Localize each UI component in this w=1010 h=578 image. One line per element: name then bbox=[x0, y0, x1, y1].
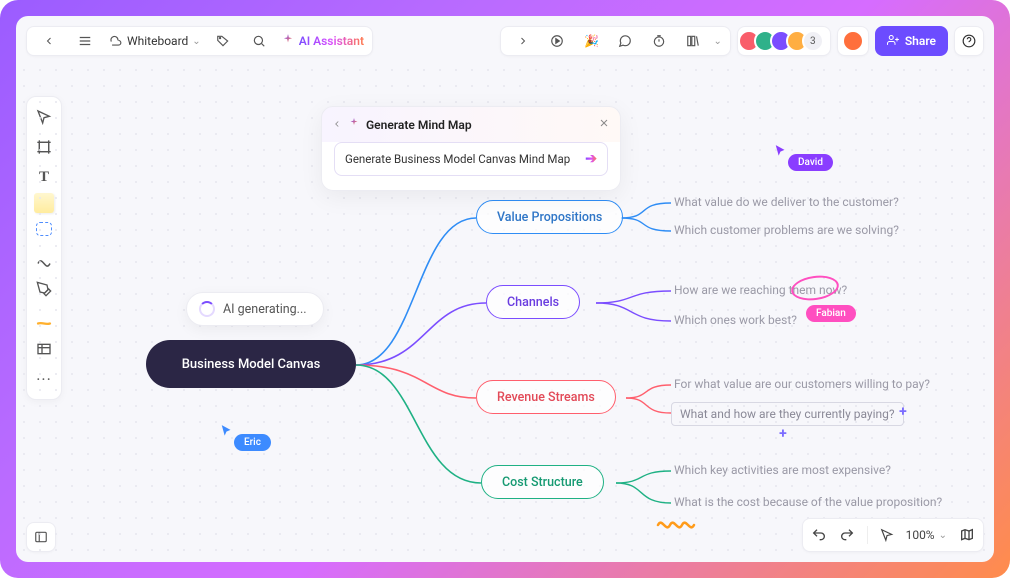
ai-assistant-label: AI Assistant bbox=[299, 34, 364, 48]
annotation-circle bbox=[790, 273, 841, 303]
ai-prompt-input[interactable]: Generate Business Model Canvas Mind Map … bbox=[334, 142, 608, 176]
mindmap-leaf[interactable]: What value do we deliver to the customer… bbox=[674, 195, 899, 209]
ai-prompt-text: Generate Business Model Canvas Mind Map bbox=[345, 152, 570, 166]
pointer-mode-button[interactable] bbox=[880, 528, 894, 542]
mindmap-leaf[interactable]: Which ones work best? bbox=[674, 313, 797, 327]
mindmap-branch-value-propositions[interactable]: Value Propositions bbox=[476, 200, 623, 234]
branch-label: Cost Structure bbox=[502, 475, 583, 490]
help-button[interactable] bbox=[954, 26, 984, 56]
search-button[interactable] bbox=[245, 27, 273, 55]
chevron-down-icon[interactable]: ⌄ bbox=[713, 36, 721, 47]
mindmap-branch-revenue-streams[interactable]: Revenue Streams bbox=[476, 380, 616, 414]
canvas[interactable]: AI generating... Business Model Canvas V… bbox=[16, 62, 994, 562]
chevron-right-icon[interactable] bbox=[509, 27, 537, 55]
top-toolbar: Whiteboard ⌄ AI Assistant bbox=[26, 26, 984, 56]
zoom-level-dropdown[interactable]: 100% ⌄ bbox=[906, 528, 947, 542]
ai-sparkle-icon bbox=[281, 33, 295, 50]
celebrate-button[interactable]: 🎉 bbox=[577, 27, 605, 55]
undo-button[interactable] bbox=[811, 527, 827, 543]
branch-label: Channels bbox=[507, 295, 559, 310]
ai-submit-icon[interactable]: ➔ bbox=[585, 151, 597, 167]
cursor-label-david: David bbox=[788, 154, 833, 171]
ai-assistant-button[interactable]: AI Assistant bbox=[281, 33, 364, 50]
add-sibling-button[interactable]: + bbox=[896, 405, 910, 419]
minimap-button[interactable] bbox=[959, 527, 975, 543]
back-button[interactable] bbox=[35, 27, 63, 55]
ai-panel-title: Generate Mind Map bbox=[366, 118, 472, 132]
zoom-bar: 100% ⌄ bbox=[802, 518, 984, 552]
add-child-button[interactable]: + bbox=[776, 427, 790, 441]
cursor-eric bbox=[220, 424, 234, 438]
play-button[interactable] bbox=[543, 27, 571, 55]
board-type-label: Whiteboard bbox=[127, 34, 188, 48]
mindmap-leaf[interactable]: What is the cost because of the value pr… bbox=[674, 495, 942, 509]
timer-button[interactable] bbox=[645, 27, 673, 55]
collaborators[interactable]: 3 bbox=[737, 26, 831, 56]
chevron-down-icon: ⌄ bbox=[192, 36, 200, 47]
ai-panel: Generate Mind Map Generate Business Mode… bbox=[321, 106, 621, 191]
app: Whiteboard ⌄ AI Assistant bbox=[16, 16, 994, 562]
share-label: Share bbox=[905, 34, 936, 48]
board-type-dropdown[interactable]: Whiteboard ⌄ bbox=[127, 34, 201, 48]
tag-button[interactable] bbox=[209, 27, 237, 55]
mindmap-leaf[interactable]: Which customer problems are we solving? bbox=[674, 223, 899, 237]
share-button[interactable]: Share bbox=[875, 26, 948, 56]
divider bbox=[867, 526, 868, 544]
spinner-icon bbox=[199, 301, 215, 317]
menu-button[interactable] bbox=[71, 27, 99, 55]
zoom-level: 100% bbox=[906, 528, 935, 542]
ai-panel-close[interactable] bbox=[598, 117, 610, 132]
cursor-david bbox=[774, 144, 788, 158]
ai-generating-status: AI generating... bbox=[186, 292, 324, 326]
avatar-overflow: 3 bbox=[802, 30, 824, 52]
branch-label: Value Propositions bbox=[497, 210, 602, 225]
cursor-label-eric: Eric bbox=[234, 434, 271, 451]
mindmap-leaf[interactable]: Which key activities are most expensive? bbox=[674, 463, 891, 477]
share-icon bbox=[887, 34, 899, 49]
ai-generating-label: AI generating... bbox=[223, 302, 307, 317]
toolbar-right-actions: 🎉 ⌄ bbox=[500, 26, 730, 56]
mindmap-leaf[interactable]: For what value are our customers willing… bbox=[674, 377, 930, 391]
avatar bbox=[842, 30, 864, 52]
comment-button[interactable] bbox=[611, 27, 639, 55]
mindmap-leaf-selected[interactable]: What and how are they currently paying? bbox=[671, 402, 904, 426]
mindmap-branch-channels[interactable]: Channels bbox=[486, 285, 580, 319]
cloud-icon bbox=[107, 33, 123, 49]
mindmap-branch-cost-structure[interactable]: Cost Structure bbox=[481, 465, 604, 499]
mindmap-root-label: Business Model Canvas bbox=[182, 357, 321, 372]
ai-sparkle-icon bbox=[348, 117, 360, 132]
ai-panel-back[interactable] bbox=[332, 118, 342, 132]
redo-button[interactable] bbox=[839, 527, 855, 543]
chevron-down-icon: ⌄ bbox=[939, 530, 947, 541]
toolbar-left: Whiteboard ⌄ AI Assistant bbox=[26, 26, 373, 56]
cursor-label-fabian: Fabian bbox=[806, 305, 856, 322]
mindmap-root[interactable]: Business Model Canvas bbox=[146, 340, 356, 388]
branch-label: Revenue Streams bbox=[497, 390, 595, 405]
self-avatar[interactable] bbox=[837, 26, 869, 56]
annotation-squiggle bbox=[656, 512, 706, 537]
library-button[interactable] bbox=[679, 27, 707, 55]
